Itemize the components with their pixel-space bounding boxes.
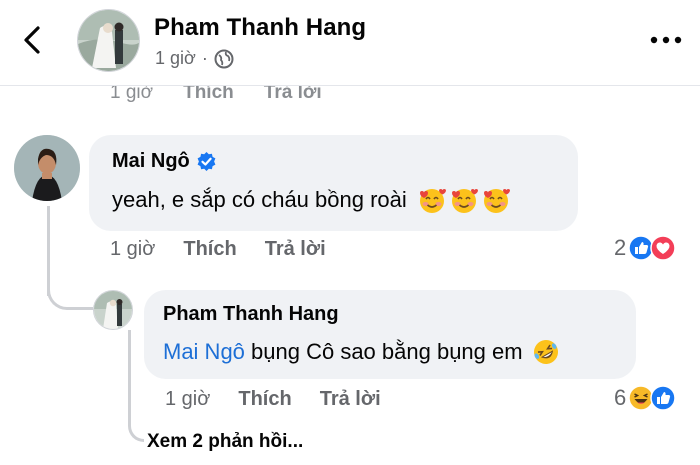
header-separator: · — [201, 48, 208, 68]
comment-like-button[interactable]: Thích — [183, 238, 236, 261]
thread-line-curve — [47, 270, 93, 310]
globe-icon — [214, 49, 234, 68]
previous-reply-button[interactable]: Trả lời — [264, 82, 322, 112]
verified-badge-icon — [197, 152, 216, 171]
comment-author-name[interactable]: Mai Ngô — [112, 150, 190, 173]
comment-thread-page: Pham Thanh Hang 1 giờ · 1 giờ Thích Trả … — [0, 0, 700, 465]
previous-comment-actions: 1 giờ Thích Trả lời — [110, 82, 322, 112]
wedding-photo-icon — [78, 10, 139, 71]
previous-time: 1 giờ — [110, 82, 154, 103]
reply-like-button[interactable]: Thích — [238, 388, 291, 411]
commenter-avatar[interactable] — [14, 135, 80, 201]
reply-author: Pham Thanh Hang — [163, 303, 339, 326]
like-reaction-icon — [650, 385, 676, 411]
header-meta: 1 giờ · — [155, 48, 234, 69]
reply-time: 1 giờ — [165, 388, 211, 410]
comment-author: Mai Ngô — [112, 150, 217, 173]
view-more-replies-link[interactable]: Xem 2 phản hồi... — [147, 431, 303, 453]
comment-bubble[interactable]: Mai Ngô yeah, e sắp có cháu bồng roài — [89, 135, 578, 231]
previous-like-button[interactable]: Thích — [183, 82, 234, 112]
reply-bubble[interactable]: Pham Thanh Hang Mai Ngô bụng Cô sao bằng… — [144, 290, 636, 379]
header-avatar[interactable] — [77, 9, 140, 72]
more-options-icon[interactable] — [646, 28, 686, 52]
reply-text: bụng Cô sao bằng bụng em — [244, 339, 523, 364]
reply-body: Mai Ngô bụng Cô sao bằng bụng em — [163, 337, 561, 367]
comment-time: 1 giờ — [110, 238, 156, 260]
rolling-on-the-floor-laughing-icon — [533, 340, 558, 364]
header-time: 1 giờ — [155, 48, 196, 68]
comment-body: yeah, e sắp có cháu bồng roài — [112, 185, 511, 215]
comment-reply-button[interactable]: Trả lời — [265, 238, 326, 261]
smiling-face-with-hearts-icon — [451, 188, 478, 213]
comment-actions: 1 giờ Thích Trả lời — [110, 238, 326, 261]
profile-photo-icon — [14, 135, 80, 201]
thread-line-more-curve — [128, 400, 144, 442]
love-reaction-icon — [650, 235, 676, 261]
back-arrow-icon[interactable] — [14, 20, 50, 60]
reply-avatar[interactable] — [93, 290, 133, 330]
header-author-name[interactable]: Pham Thanh Hang — [154, 14, 366, 42]
reply-reply-button[interactable]: Trả lời — [320, 388, 381, 411]
comment-text: yeah, e sắp có cháu bồng roài — [112, 187, 407, 212]
wedding-photo-icon — [94, 291, 132, 329]
reply-actions: 1 giờ Thích Trả lời — [165, 388, 381, 411]
post-header: Pham Thanh Hang 1 giờ · — [0, 0, 700, 86]
smiling-face-with-hearts-icon — [419, 188, 446, 213]
reply-reactions[interactable]: 6 — [614, 385, 676, 411]
reply-author-name[interactable]: Pham Thanh Hang — [163, 303, 339, 326]
reply-reaction-count: 6 — [614, 385, 627, 410]
comment-reaction-count: 2 — [614, 235, 627, 260]
comment-reactions[interactable]: 2 — [614, 235, 676, 261]
reply-mention-link[interactable]: Mai Ngô — [163, 339, 245, 365]
smiling-face-with-hearts-icon — [483, 188, 510, 213]
